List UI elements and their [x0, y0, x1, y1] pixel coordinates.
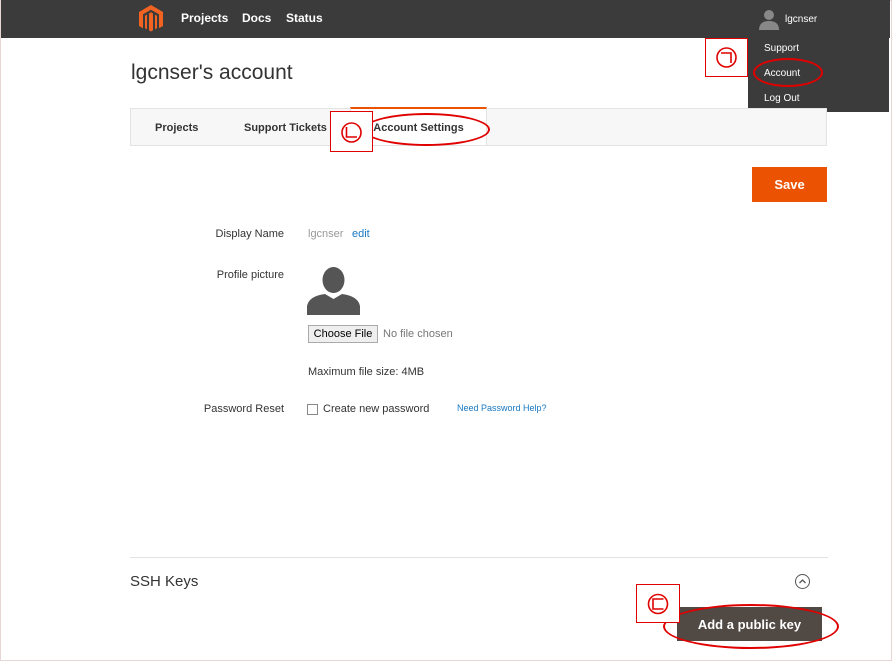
username-label: lgcnser [785, 13, 818, 25]
collapse-toggle[interactable] [795, 574, 810, 589]
annotation-ellipse-add-key [663, 604, 839, 649]
chevron-up-icon [799, 579, 806, 584]
display-name-value: lgcnser [308, 228, 344, 240]
ssh-keys-title: SSH Keys [130, 573, 199, 590]
annotation-ellipse-account [753, 58, 823, 87]
save-button[interactable]: Save [752, 167, 827, 202]
edit-display-name-link[interactable]: edit [352, 228, 370, 240]
password-reset-label: Password Reset [203, 403, 284, 415]
user-menu[interactable]: lgcnser [759, 8, 817, 30]
display-name-label: Display Name [215, 228, 284, 240]
max-file-size-text: Maximum file size: 4MB [308, 366, 425, 378]
magento-logo-icon[interactable] [139, 5, 163, 33]
create-password-checkbox[interactable] [307, 404, 318, 415]
tab-projects[interactable]: Projects [155, 109, 198, 145]
annotation-marker-symbol [716, 47, 737, 68]
menu-item-support[interactable]: Support [764, 43, 799, 54]
annotation-marker-symbol [647, 593, 669, 615]
nav-projects[interactable]: Projects [181, 11, 228, 25]
annotation-marker-symbol [341, 122, 362, 143]
annotation-marker-giyeok: ㄱ [705, 38, 748, 77]
profile-picture-label: Profile picture [216, 269, 284, 281]
menu-item-logout[interactable]: Log Out [764, 93, 800, 104]
section-divider [130, 557, 828, 558]
no-file-chosen-text: No file chosen [383, 328, 453, 340]
profile-placeholder-icon [307, 267, 360, 315]
password-help-link[interactable]: Need Password Help? [457, 403, 547, 413]
user-avatar-icon [759, 10, 779, 30]
create-password-label[interactable]: Create new password [323, 403, 429, 415]
nav-docs[interactable]: Docs [242, 11, 271, 25]
annotation-marker-nieun: ㄴ [330, 111, 373, 152]
nav-status[interactable]: Status [286, 11, 323, 25]
annotation-ellipse-account-settings [363, 113, 490, 146]
choose-file-button[interactable]: Choose File [308, 325, 378, 343]
annotation-marker-digeut: ㄷ [636, 584, 680, 623]
tab-support-tickets[interactable]: Support Tickets [244, 109, 327, 145]
top-navigation-bar: Projects Docs Status lgcnser [1, 0, 890, 38]
page-title: lgcnser's account [131, 61, 293, 84]
